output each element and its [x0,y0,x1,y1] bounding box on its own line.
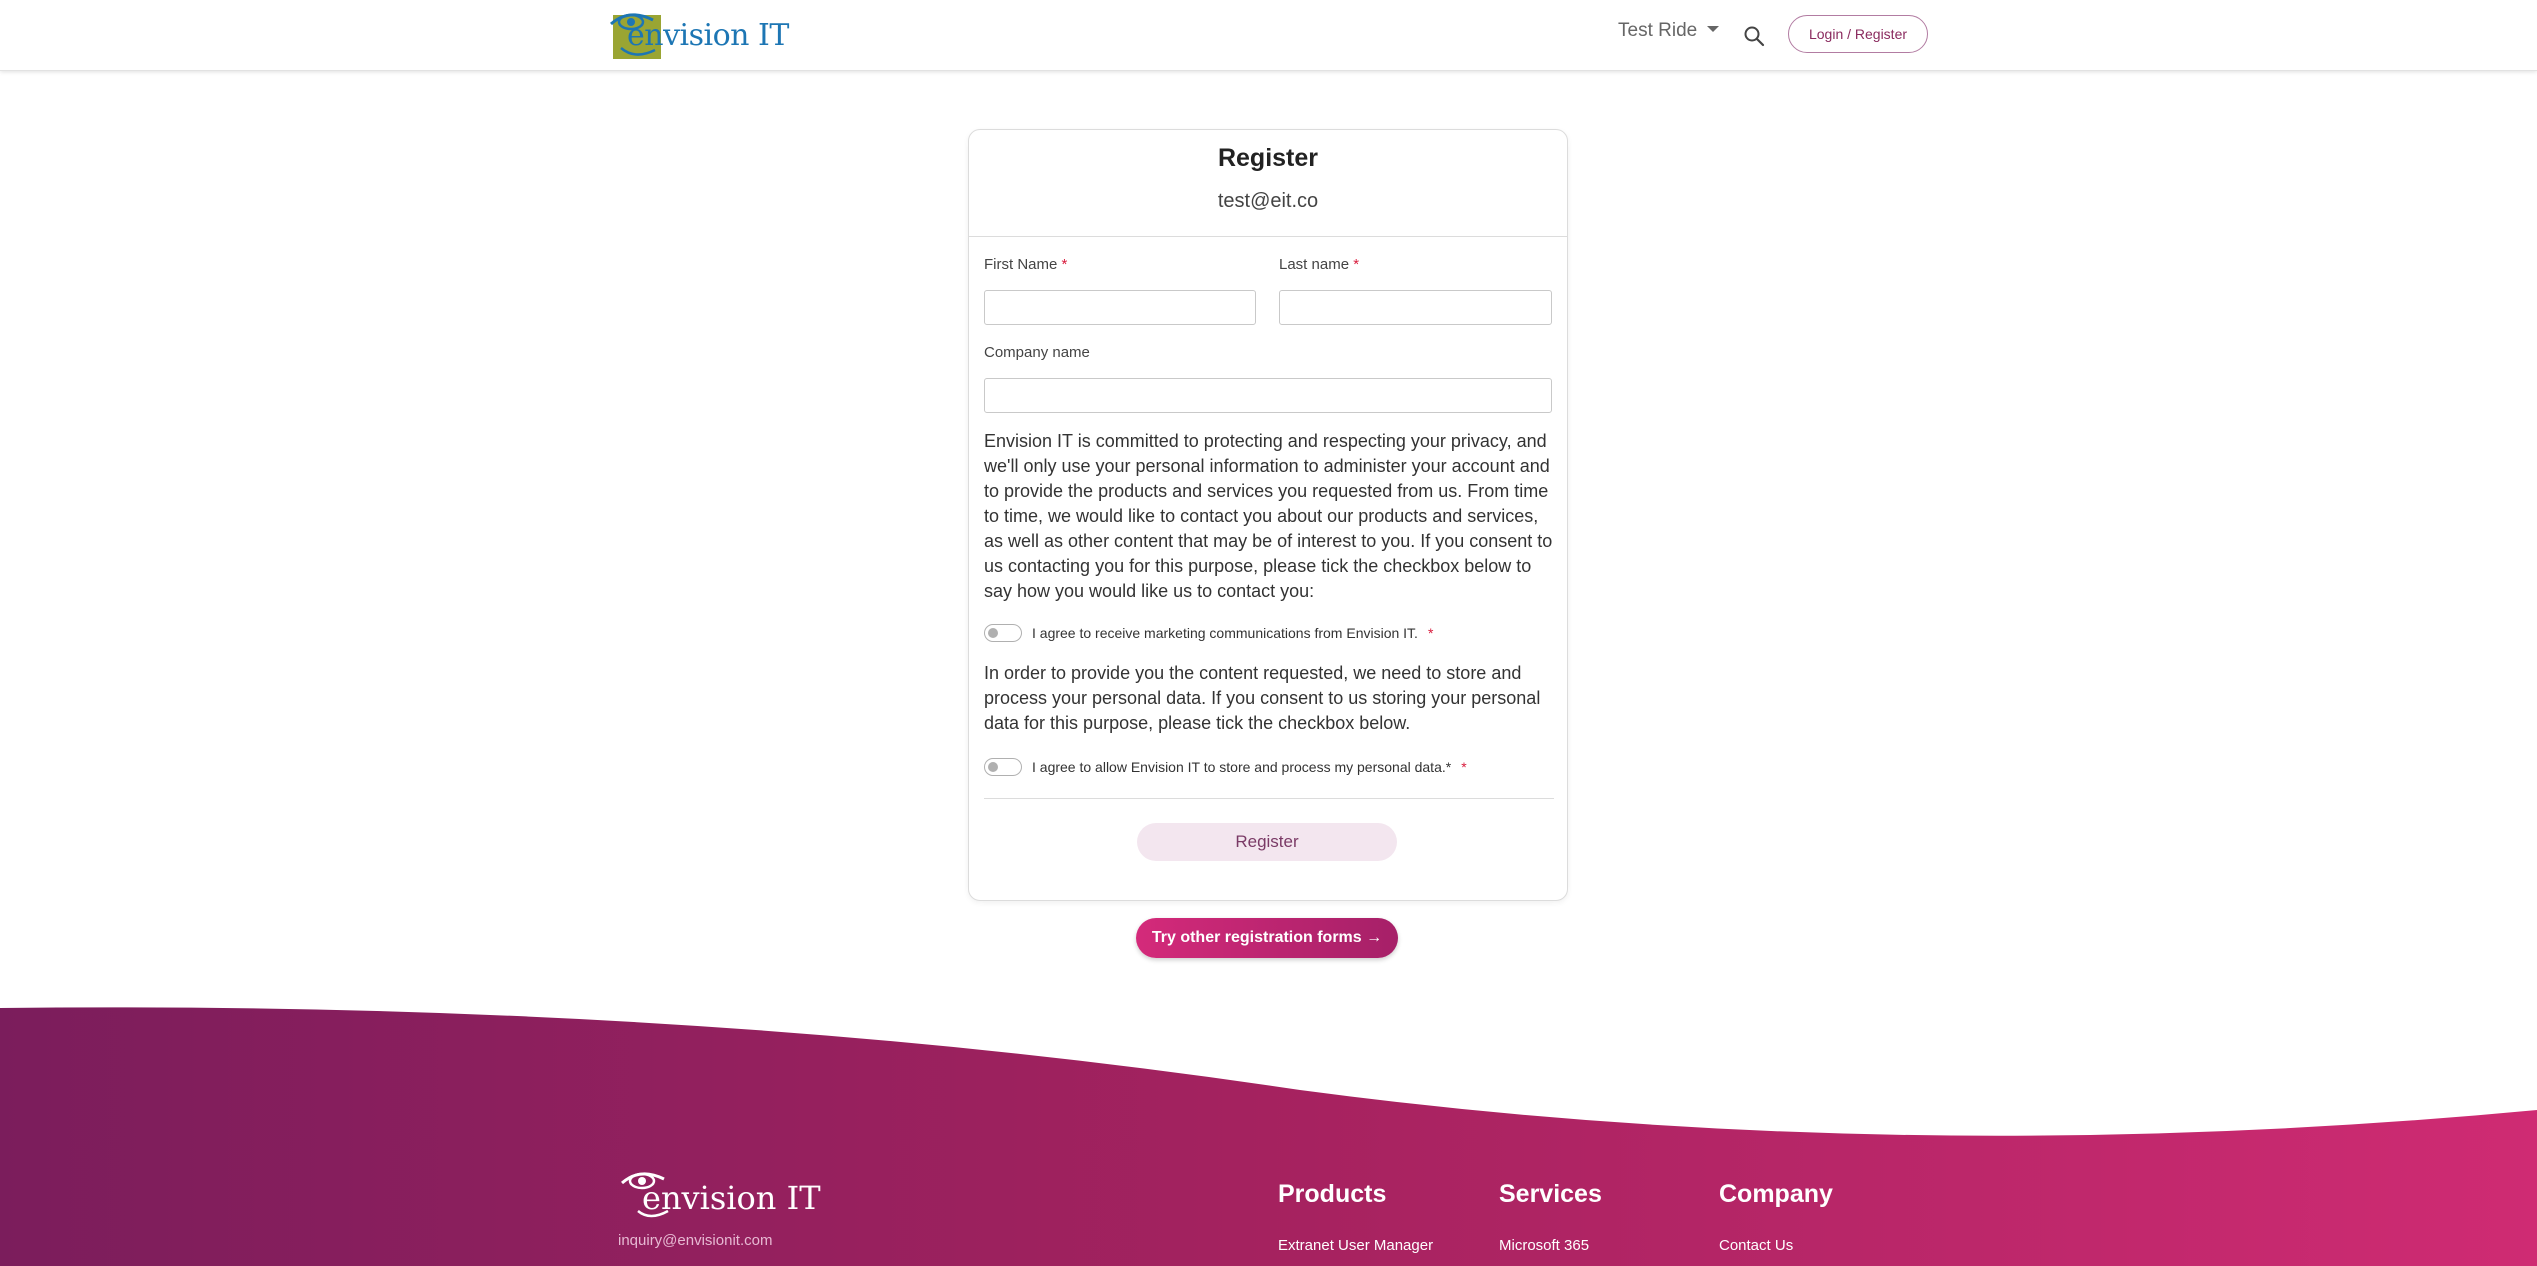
required-mark: * [1427,625,1434,641]
first-name-input[interactable] [984,290,1256,325]
required-mark: * [1353,256,1360,273]
search-icon[interactable] [1743,25,1765,47]
required-mark: * [1061,256,1068,273]
footer-link-microsoft-365[interactable]: Microsoft 365 [1499,1237,1589,1254]
company-name-input[interactable] [984,378,1552,413]
footer-link-contact-us[interactable]: Contact Us [1719,1237,1793,1254]
footer-email-link[interactable]: inquiry@envisionit.com [618,1232,772,1249]
chevron-down-icon [1707,26,1720,32]
card-divider [969,236,1567,237]
storage-consent-toggle[interactable] [984,758,1022,776]
first-name-label-text: First Name [984,256,1058,273]
company-name-label: Company name [984,344,1090,361]
storage-consent-row: I agree to allow Envision IT to store an… [984,758,1467,776]
nav-test-ride-dropdown[interactable]: Test Ride [1618,20,1720,42]
register-button[interactable]: Register [1137,823,1397,861]
footer-services-title: Services [1499,1180,1602,1208]
footer-company-title: Company [1719,1180,1833,1208]
card-title: Register [1217,144,1319,172]
site-logo[interactable]: envision IT [607,6,789,61]
last-name-label-text: Last name [1279,256,1350,273]
logo-text: envision IT [627,18,789,53]
privacy-text: Envision IT is committed to protecting a… [984,431,1553,601]
storage-text: In order to provide you the content requ… [984,663,1541,733]
try-other-forms-button[interactable]: Try other registration forms → [1136,918,1398,958]
login-register-button[interactable]: Login / Register [1788,15,1928,53]
footer-link-extranet-user-manager[interactable]: Extranet User Manager [1278,1237,1433,1254]
register-card: Register test@eit.co First Name * Last n… [968,129,1568,901]
footer-products-title: Products [1278,1180,1387,1208]
card-email: test@eit.co [1217,190,1319,212]
marketing-consent-row: I agree to receive marketing communicati… [984,624,1433,642]
storage-consent-label: I agree to allow Envision IT to store an… [1032,759,1452,775]
marketing-consent-toggle[interactable] [984,624,1022,642]
first-name-label: First Name * [984,256,1067,273]
last-name-label: Last name * [1279,256,1359,273]
footer-logo-text: envision IT [642,1179,821,1217]
footer-background-wave [0,1007,2537,1266]
footer-logo[interactable]: envision IT [618,1165,821,1221]
site-header: envision IT Test Ride Login / Register [0,0,2537,71]
last-name-input[interactable] [1279,290,1552,325]
required-mark: * [1461,759,1467,775]
marketing-consent-label: I agree to receive marketing communicati… [1032,625,1418,641]
form-divider [984,798,1554,799]
nav-test-ride-label: Test Ride [1618,20,1698,41]
